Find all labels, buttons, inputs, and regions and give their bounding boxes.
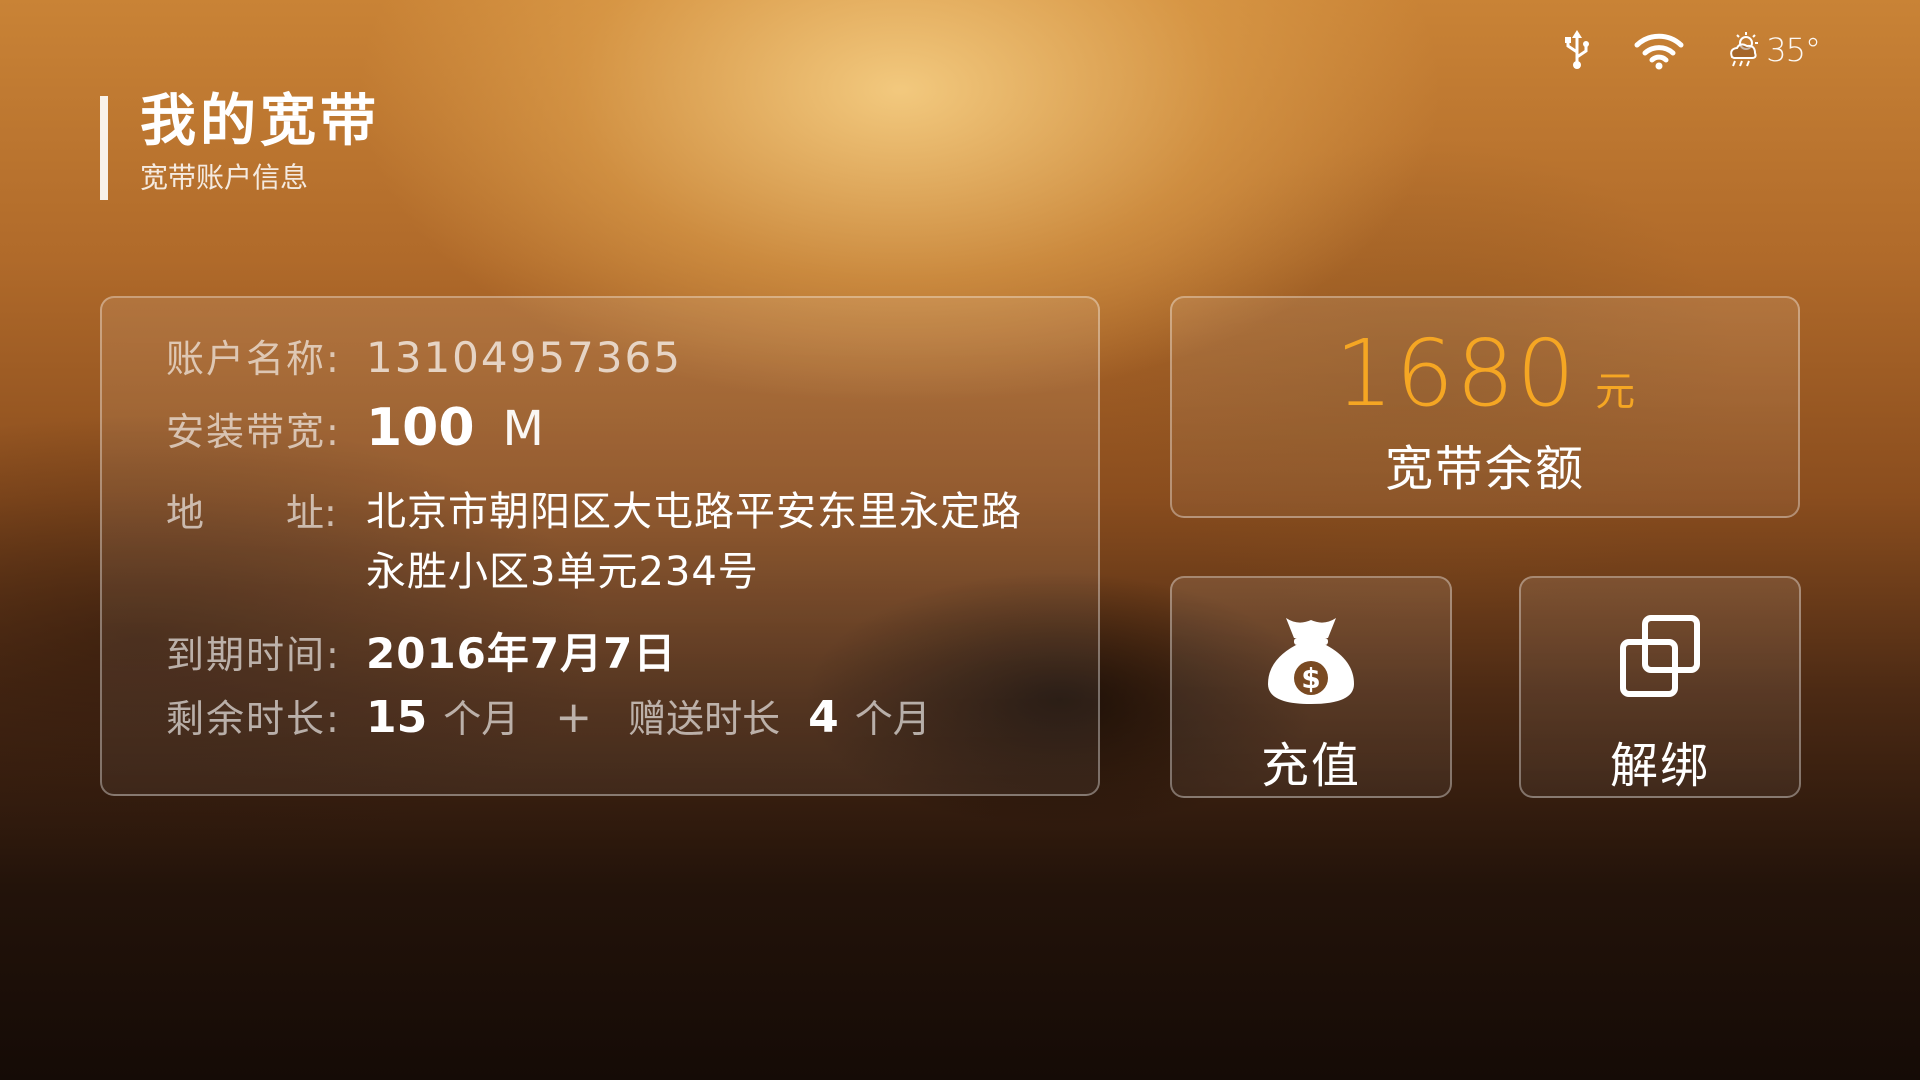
money-bag-icon: $ (1256, 612, 1366, 708)
bonus-value: 4 (808, 692, 839, 743)
svg-text:$: $ (1301, 662, 1320, 695)
wifi-icon (1634, 30, 1684, 70)
bandwidth-row: 安装带宽: 100 M (166, 398, 544, 458)
usb-icon (1562, 30, 1592, 70)
bandwidth-value: 100 (366, 398, 475, 458)
account-info-card: 账户名称: 13104957365 安装带宽: 100 M 地 址: 北京市朝阳… (100, 296, 1100, 796)
account-name-row: 账户名称: 13104957365 (166, 328, 682, 383)
temperature: 35° (1766, 31, 1821, 69)
address-row: 地 址: 北京市朝阳区大屯路平安东里永定路永胜小区3单元234号 (166, 482, 1046, 602)
weather-icon (1726, 31, 1762, 69)
account-name-value: 13104957365 (366, 333, 682, 382)
account-name-label: 账户名称: (166, 337, 341, 381)
expiry-label: 到期时间: (166, 633, 341, 677)
unbind-icon (1605, 612, 1715, 708)
expiry-value: 2016年7月7日 (366, 629, 677, 678)
bandwidth-label: 安装带宽: (166, 410, 341, 454)
recharge-label: 充值 (1260, 738, 1361, 794)
balance-label: 宽带余额 (1384, 441, 1585, 497)
remaining-row: 剩余时长: 15 个月 + 赠送时长 4 个月 (166, 688, 931, 743)
balance-unit: 元 (1595, 369, 1636, 415)
balance-card: 1680 元 宽带余额 (1170, 296, 1800, 518)
remaining-value: 15 (366, 692, 428, 743)
page-subtitle: 宽带账户信息 (140, 161, 309, 194)
unbind-button[interactable]: 解绑 (1519, 576, 1801, 798)
plus-sign: + (555, 692, 593, 743)
status-bar: 35° (1562, 30, 1821, 70)
bandwidth-unit: M (502, 401, 544, 457)
recharge-button[interactable]: $ 充值 (1170, 576, 1452, 798)
page-title: 我的宽带 (140, 89, 380, 154)
address-label: 地 址: (166, 491, 337, 535)
bonus-label: 赠送时长 (628, 697, 781, 741)
remaining-unit: 个月 (443, 697, 520, 741)
remaining-label: 剩余时长: (166, 697, 341, 741)
expiry-row: 到期时间: 2016年7月7日 (166, 620, 676, 681)
page-header: 我的宽带 宽带账户信息 (100, 92, 380, 200)
address-value: 北京市朝阳区大屯路平安东里永定路永胜小区3单元234号 (366, 489, 1022, 595)
bonus-unit: 个月 (854, 697, 931, 741)
weather-widget: 35° (1726, 31, 1821, 69)
balance-amount-line: 1680 元 (1172, 320, 1798, 427)
unbind-label: 解绑 (1609, 738, 1710, 794)
balance-amount: 1680 (1334, 320, 1578, 427)
